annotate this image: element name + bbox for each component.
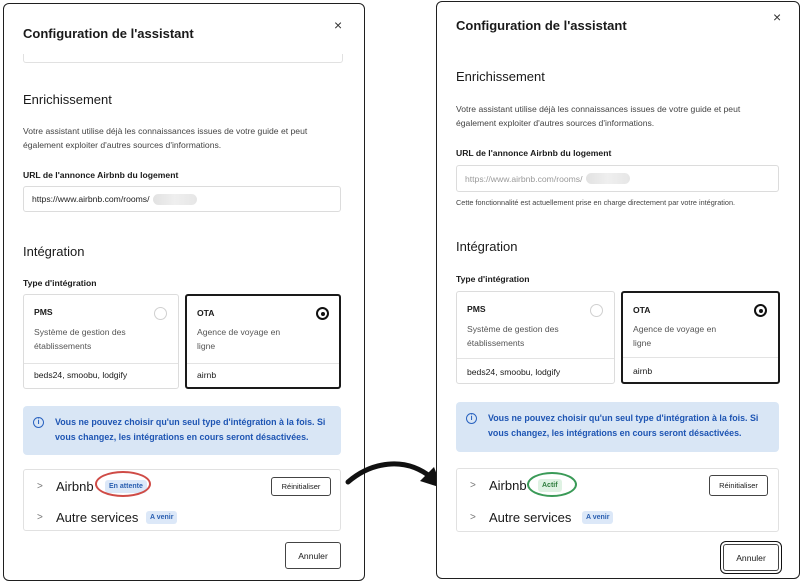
accordion-row-other[interactable]: > Autre services A venir (24, 503, 340, 531)
close-icon[interactable]: × (773, 10, 781, 24)
service-name: Autre services (56, 509, 139, 525)
dialog-after: Configuration de l'assistant × Enrichiss… (436, 1, 800, 579)
cancel-button[interactable]: Annuler (285, 542, 341, 569)
radio-ota[interactable] (754, 304, 767, 317)
alert-text: Vous ne pouvez choisir qu'un seul type d… (488, 413, 759, 438)
option-description: Agence de voyage en ligne (197, 327, 281, 351)
integration-heading: Intégration (456, 239, 518, 254)
arrow-icon (345, 461, 442, 488)
option-card-pms[interactable]: PMS Système de gestion des établissement… (456, 291, 615, 384)
integration-type-label: Type d'intégration (23, 278, 97, 288)
dialog-before: Configuration de l'assistant × Enrichiss… (3, 3, 365, 581)
scrolled-field-fragment (23, 54, 343, 63)
option-providers: beds24, smoobu, lodgify (467, 367, 561, 377)
divider (623, 357, 778, 358)
accordion-row-airbnb[interactable]: > Airbnb En attente Réinitialiser (24, 472, 340, 500)
radio-pms[interactable] (590, 304, 603, 317)
divider (457, 358, 614, 359)
reset-button[interactable]: Réinitialiser (709, 475, 768, 496)
option-card-ota[interactable]: OTA Agence de voyage en ligne airnb (621, 291, 780, 384)
redacted-id (152, 193, 197, 205)
info-alert: i Vous ne pouvez choisir qu'un seul type… (456, 402, 779, 452)
option-providers: beds24, smoobu, lodgify (34, 370, 128, 380)
url-label: URL de l'annonce Airbnb du logement (456, 148, 612, 158)
cancel-button[interactable]: Annuler (720, 541, 782, 574)
service-name: Airbnb (489, 477, 527, 493)
option-description: Agence de voyage en ligne (633, 324, 717, 348)
close-icon[interactable]: × (334, 18, 342, 32)
enrichment-heading: Enrichissement (23, 92, 112, 107)
services-accordion: > Airbnb Actif Réinitialiser > Autre ser… (456, 468, 779, 532)
services-accordion: > Airbnb En attente Réinitialiser > Autr… (23, 469, 341, 531)
divider (24, 363, 178, 364)
info-icon: i (466, 413, 477, 424)
option-card-ota[interactable]: OTA Agence de voyage en ligne airnb (185, 294, 341, 389)
enrichment-description: Votre assistant utilise déjà les connais… (23, 126, 308, 150)
accordion-row-other[interactable]: > Autre services A venir (457, 503, 778, 531)
accordion-row-airbnb[interactable]: > Airbnb Actif Réinitialiser (457, 471, 778, 499)
url-input: https://www.airbnb.com/rooms/ (456, 165, 779, 192)
reset-button[interactable]: Réinitialiser (271, 477, 331, 496)
redacted-id (585, 173, 630, 184)
dialog-title: Configuration de l'assistant (456, 18, 627, 33)
dialog-title: Configuration de l'assistant (23, 26, 194, 41)
integration-type-label: Type d'intégration (456, 274, 530, 284)
option-title: PMS (467, 304, 486, 314)
radio-ota[interactable] (316, 307, 329, 320)
chevron-right-icon[interactable]: > (470, 512, 476, 523)
url-value: https://www.airbnb.com/rooms/ (32, 194, 150, 204)
option-card-pms[interactable]: PMS Système de gestion des établissement… (23, 294, 179, 389)
option-description: Système de gestion des établissements (34, 327, 126, 351)
info-icon: i (33, 417, 44, 428)
option-title: OTA (197, 308, 215, 318)
integration-heading: Intégration (23, 244, 85, 259)
coming-soon-badge: A venir (146, 510, 178, 524)
enrichment-description: Votre assistant utilise déjà les connais… (456, 104, 741, 128)
service-name: Autre services (489, 509, 572, 525)
annotation-circle-pending (95, 471, 151, 497)
option-title: OTA (633, 305, 651, 315)
option-title: PMS (34, 307, 53, 317)
annotation-circle-active (527, 472, 577, 497)
alert-text: Vous ne pouvez choisir qu'un seul type d… (55, 417, 326, 442)
service-name: Airbnb (56, 478, 94, 494)
option-description: Système de gestion des établissements (467, 324, 559, 348)
radio-pms[interactable] (154, 307, 167, 320)
url-help-text: Cette fonctionnalité est actuellement pr… (456, 198, 736, 207)
info-alert: i Vous ne pouvez choisir qu'un seul type… (23, 406, 341, 455)
url-input[interactable]: https://www.airbnb.com/rooms/ (23, 186, 341, 212)
option-providers: airnb (633, 366, 653, 376)
chevron-right-icon[interactable]: > (470, 480, 476, 491)
enrichment-heading: Enrichissement (456, 69, 545, 84)
option-providers: airnb (197, 370, 217, 380)
chevron-right-icon[interactable]: > (37, 512, 43, 523)
divider (187, 363, 339, 364)
url-label: URL de l'annonce Airbnb du logement (23, 170, 179, 180)
coming-soon-badge: A venir (582, 510, 614, 524)
url-value: https://www.airbnb.com/rooms/ (465, 173, 583, 184)
chevron-right-icon[interactable]: > (37, 481, 43, 492)
